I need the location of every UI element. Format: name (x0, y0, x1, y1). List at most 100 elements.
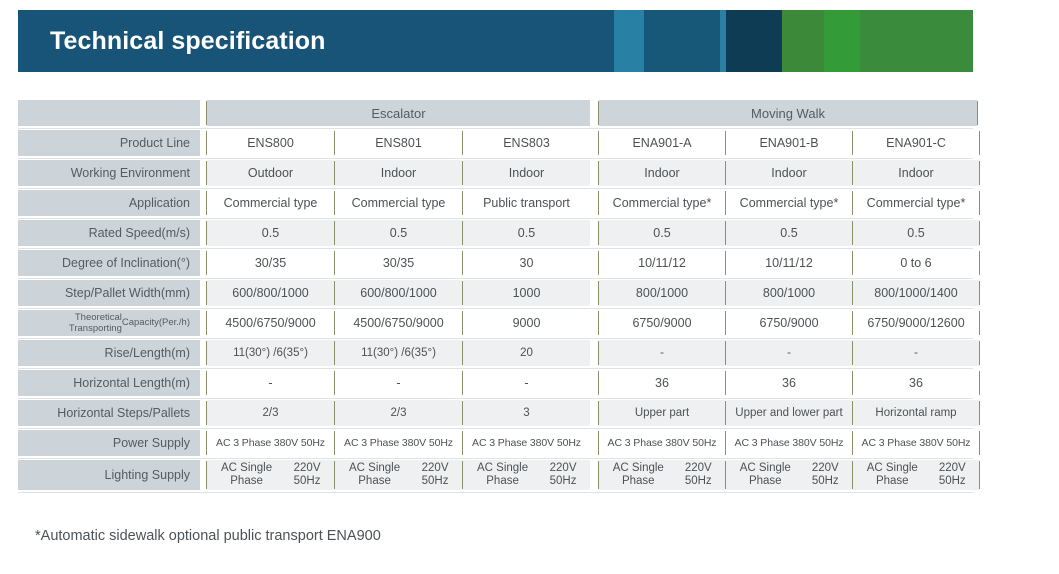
column-separator (979, 431, 980, 455)
cell-rated-speed-ena901-b: 0.5 (726, 220, 852, 246)
column-separator (977, 101, 978, 125)
cell-power-supply-ena901-c: AC 3 Phase 380V 50Hz (853, 430, 979, 456)
group-header-corner (18, 100, 200, 126)
group-header-moving-walk: Moving Walk (599, 100, 977, 126)
cell-line: AC Single Phase (221, 462, 273, 487)
cell-application-ens801: Commercial type (335, 190, 462, 216)
cell-line: AC Single Phase (477, 462, 529, 487)
row-label-degree-of-inclination: Degree of Inclination(°) (18, 250, 200, 276)
table-row: Theoretical Transporting Capacity(Per./h)… (18, 310, 980, 336)
page-title: Technical specification (50, 27, 326, 55)
cell-degree-of-inclination-ena901-c: 0 to 6 (853, 250, 979, 276)
cell-line: 220V 50Hz (684, 462, 712, 487)
row-rule (18, 248, 973, 249)
row-rule (18, 428, 973, 429)
cell-degree-of-inclination-ens800: 30/35 (207, 250, 334, 276)
cell-step-pallet-width-ens801: 600/800/1000 (335, 280, 462, 306)
row-label-horizontal-steps-pallets: Horizontal Steps/Pallets (18, 400, 200, 426)
cell-line: 220V 50Hz (938, 462, 966, 487)
table-row: Horizontal Steps/Pallets 2/3 2/3 3 Upper par… (18, 400, 980, 426)
column-separator (979, 191, 980, 215)
table-row: Lighting Supply AC Single Phase 220V 50Hz A… (18, 460, 980, 490)
cell-line: AC Single Phase (612, 462, 664, 487)
row-rule (18, 368, 973, 369)
cell-product-line-ens803: ENS803 (463, 130, 590, 156)
specification-table: Escalator Moving Walk Product Line ENS800 EN… (18, 100, 980, 494)
cell-line: 220V 50Hz (421, 462, 449, 487)
cell-line: AC Single Phase (349, 462, 401, 487)
column-separator (979, 371, 980, 395)
cell-step-pallet-width-ena901-a: 800/1000 (599, 280, 725, 306)
cell-lighting-supply-ens803: AC Single Phase 220V 50Hz (463, 460, 590, 490)
row-rule (18, 218, 973, 219)
cell-horizontal-steps-pallets-ena901-c: Horizontal ramp (853, 400, 979, 426)
row-label-theoretical-transporting-capacity: Theoretical Transporting Capacity(Per./h) (18, 310, 200, 336)
cell-horizontal-steps-pallets-ens800: 2/3 (207, 400, 334, 426)
cell-lighting-supply-ena901-c: AC Single Phase 220V 50Hz (853, 460, 979, 490)
cell-product-line-ena901-c: ENA901-C (853, 130, 979, 156)
cell-rated-speed-ena901-c: 0.5 (853, 220, 979, 246)
row-label-horizontal-length: Horizontal Length(m) (18, 370, 200, 396)
cell-working-environment-ens803: Indoor (463, 160, 590, 186)
row-label-line: Capacity(Per./h) (121, 317, 190, 329)
cell-step-pallet-width-ens800: 600/800/1000 (207, 280, 334, 306)
cell-lighting-supply-ens801: AC Single Phase 220V 50Hz (335, 460, 462, 490)
cell-power-supply-ens800: AC 3 Phase 380V 50Hz (207, 430, 334, 456)
cell-theoretical-transporting-capacity-ena901-c: 6750/9000/12600 (853, 310, 979, 336)
cell-product-line-ens800: ENS800 (207, 130, 334, 156)
cell-horizontal-steps-pallets-ena901-a: Upper part (599, 400, 725, 426)
technical-specification-page: Technical specification Escalator Moving … (0, 0, 1059, 574)
table-row: Power Supply AC 3 Phase 380V 50Hz AC 3 Pha… (18, 430, 980, 456)
cell-working-environment-ens801: Indoor (335, 160, 462, 186)
cell-power-supply-ena901-a: AC 3 Phase 380V 50Hz (599, 430, 725, 456)
cell-power-supply-ens801: AC 3 Phase 380V 50Hz (335, 430, 462, 456)
stripe-dark-navy (726, 10, 782, 72)
header-banner: Technical specification (18, 10, 973, 72)
cell-horizontal-length-ens801: - (335, 370, 462, 396)
cell-degree-of-inclination-ena901-b: 10/11/12 (726, 250, 852, 276)
table-row: Step/Pallet Width(mm) 600/800/1000 600/800… (18, 280, 980, 306)
cell-step-pallet-width-ena901-c: 800/1000/1400 (853, 280, 979, 306)
cell-theoretical-transporting-capacity-ens800: 4500/6750/9000 (207, 310, 334, 336)
cell-rise-length-ens800: 11(30°) /6(35°) (207, 340, 334, 366)
row-rule (18, 398, 973, 399)
stripe-green-mid (824, 10, 860, 72)
column-separator (979, 251, 980, 275)
row-label-step-pallet-width: Step/Pallet Width(mm) (18, 280, 200, 306)
cell-horizontal-steps-pallets-ens803: 3 (463, 400, 590, 426)
cell-rise-length-ena901-c: - (853, 340, 979, 366)
cell-horizontal-steps-pallets-ena901-b: Upper and lower part (726, 400, 852, 426)
group-header-escalator: Escalator (207, 100, 590, 126)
cell-application-ena901-b: Commercial type* (726, 190, 852, 216)
row-rule (18, 278, 973, 279)
row-label-line: Theoretical Transporting (68, 311, 122, 335)
cell-application-ens800: Commercial type (207, 190, 334, 216)
table-row: Rise/Length(m) 11(30°) /6(35°) 11(30°) /6(… (18, 340, 980, 366)
cell-horizontal-length-ena901-a: 36 (599, 370, 725, 396)
cell-product-line-ena901-a: ENA901-A (599, 130, 725, 156)
column-separator (979, 131, 980, 155)
cell-line: AC Single Phase (739, 462, 791, 487)
stripe-green-main (860, 10, 973, 72)
cell-lighting-supply-ena901-b: AC Single Phase 220V 50Hz (726, 460, 852, 490)
table-row: Working Environment Outdoor Indoor Indoor In… (18, 160, 980, 186)
cell-theoretical-transporting-capacity-ena901-a: 6750/9000 (599, 310, 725, 336)
row-rule (18, 492, 973, 493)
row-label-working-environment: Working Environment (18, 160, 200, 186)
cell-line: 220V 50Hz (293, 462, 321, 487)
row-label-rated-speed: Rated Speed(m/s) (18, 220, 200, 246)
cell-degree-of-inclination-ena901-a: 10/11/12 (599, 250, 725, 276)
row-rule (18, 458, 973, 459)
row-rule (18, 188, 973, 189)
cell-power-supply-ena901-b: AC 3 Phase 380V 50Hz (726, 430, 852, 456)
table-footnote: *Automatic sidewalk optional public tran… (35, 528, 381, 544)
